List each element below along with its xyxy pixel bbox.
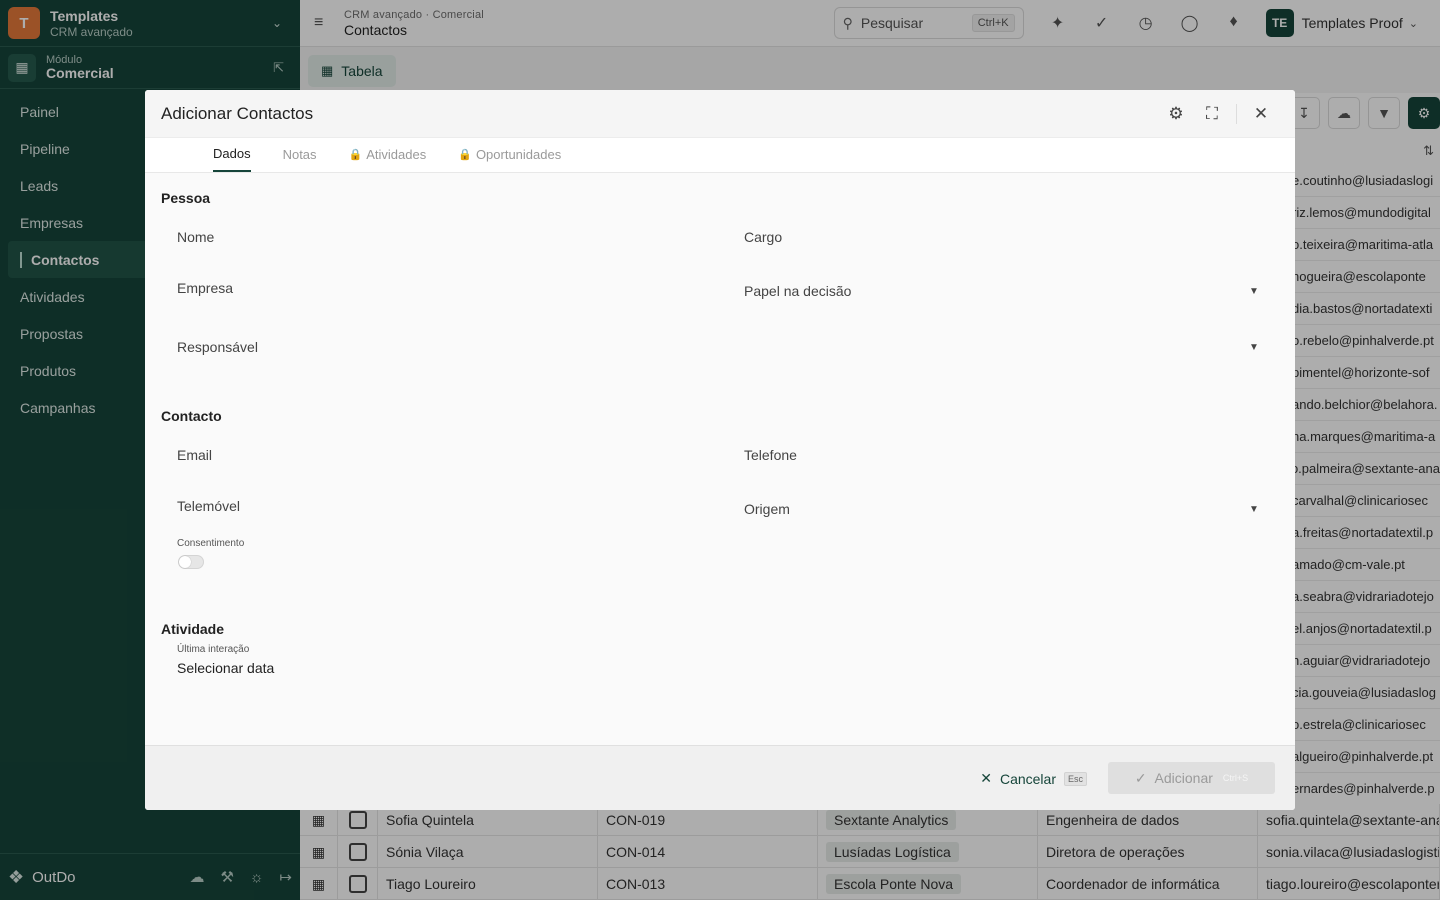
papel-decisao-select[interactable]: Papel na decisão <box>744 283 851 299</box>
add-contact-dialog: Adicionar Contactos ⚙ ⛶ ✕ Dados Notas 🔒 A… <box>145 90 1295 810</box>
dialog-title: Adicionar Contactos <box>161 103 314 123</box>
lock-icon: 🔒 <box>458 149 472 161</box>
caret-down-icon[interactable]: ▼ <box>1249 504 1259 515</box>
add-shortcut: Ctrl+S <box>1222 773 1249 783</box>
fullscreen-icon[interactable]: ⛶ <box>1194 104 1230 124</box>
cargo-field[interactable]: Cargo <box>744 229 782 245</box>
cancel-shortcut: Esc <box>1063 771 1087 786</box>
tab-dados[interactable]: Dados <box>213 137 251 172</box>
tab-atividades[interactable]: 🔒 Atividades <box>349 137 427 172</box>
responsavel-select[interactable]: Responsável <box>177 339 258 355</box>
tab-oportunidades[interactable]: 🔒 Oportunidades <box>458 137 561 172</box>
dialog-header: Adicionar Contactos ⚙ ⛶ ✕ <box>145 90 1295 138</box>
dialog-tabs: Dados Notas 🔒 Atividades 🔒 Oportunidades <box>145 138 1295 173</box>
section-title-atividade: Atividade <box>161 621 225 637</box>
email-field[interactable]: Email <box>177 447 212 463</box>
ultima-interacao-date-picker[interactable]: Selecionar data <box>177 660 274 676</box>
caret-down-icon[interactable]: ▼ <box>1249 342 1259 353</box>
check-icon: ✓ <box>1134 769 1147 786</box>
dialog-footer: ✕ Cancelar Esc ✓ Adicionar Ctrl+S <box>145 745 1295 810</box>
empresa-field[interactable]: Empresa <box>177 280 233 296</box>
section-title-contacto: Contacto <box>161 408 222 424</box>
consentimento-toggle[interactable] <box>178 555 204 569</box>
caret-down-icon[interactable]: ▼ <box>1249 286 1259 297</box>
consentimento-label: Consentimento <box>177 538 245 549</box>
origem-select[interactable]: Origem <box>744 501 790 517</box>
nome-field[interactable]: Nome <box>177 229 214 245</box>
gear-icon[interactable]: ⚙ <box>1158 104 1194 124</box>
section-title-pessoa: Pessoa <box>161 190 211 206</box>
toggle-knob <box>179 556 191 568</box>
divider <box>1236 103 1237 124</box>
tab-notas[interactable]: Notas <box>283 137 317 172</box>
ultima-interacao-label: Última interação <box>177 644 250 655</box>
cancel-button[interactable]: ✕ Cancelar Esc <box>980 770 1087 787</box>
add-button[interactable]: ✓ Adicionar Ctrl+S <box>1108 762 1275 794</box>
close-icon: ✕ <box>980 770 992 786</box>
close-icon[interactable]: ✕ <box>1243 104 1279 124</box>
lock-icon: 🔒 <box>348 149 363 161</box>
add-label: Adicionar <box>1154 770 1213 786</box>
cancel-label: Cancelar <box>999 770 1056 787</box>
telefone-field[interactable]: Telefone <box>744 447 797 463</box>
telemovel-field[interactable]: Telemóvel <box>177 498 240 514</box>
